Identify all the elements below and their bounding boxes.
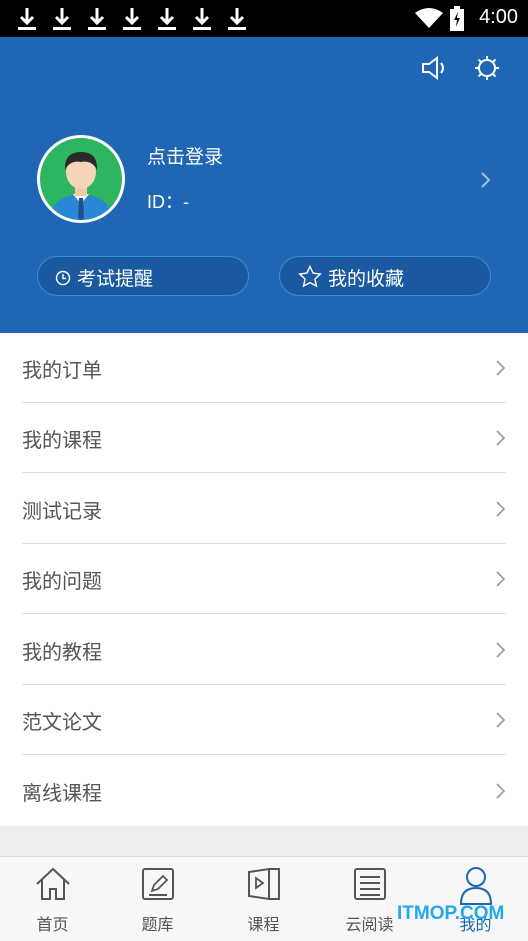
menu-item-label: 我的教程 <box>22 640 102 664</box>
chevron-right-icon <box>496 360 506 376</box>
profile-header: 点击登录 ID：- 考试提醒 我的收藏 <box>0 37 528 333</box>
chevron-right-icon[interactable] <box>480 171 492 189</box>
settings-icon[interactable] <box>474 55 500 81</box>
menu-item-label: 我的问题 <box>22 569 102 593</box>
menu-item-courses[interactable]: 我的课程 <box>0 403 528 473</box>
chevron-right-icon <box>496 571 506 587</box>
user-avatar-icon <box>48 152 114 220</box>
menu-item-tutorials[interactable]: 我的教程 <box>0 615 528 685</box>
battery-icon <box>450 6 464 31</box>
download-icon <box>123 8 141 30</box>
download-icon <box>158 8 176 30</box>
tab-home[interactable]: 首页 <box>0 857 105 941</box>
chevron-right-icon <box>496 430 506 446</box>
wifi-icon <box>415 8 443 28</box>
exam-reminder-button[interactable]: 考试提醒 <box>37 256 249 296</box>
chevron-right-icon <box>496 712 506 728</box>
menu-item-label: 离线课程 <box>22 781 102 805</box>
tab-label: 课程 <box>247 915 280 934</box>
menu-item-label: 我的订单 <box>22 358 102 382</box>
menu-item-questions[interactable]: 我的问题 <box>0 544 528 614</box>
home-icon <box>35 867 70 900</box>
menu-item-essays[interactable]: 范文论文 <box>0 685 528 755</box>
login-prompt[interactable]: 点击登录 <box>147 142 223 169</box>
my-favorites-button[interactable]: 我的收藏 <box>279 256 491 296</box>
divider <box>22 472 506 473</box>
menu-list: 我的订单 我的课程 测试记录 我的问题 我的教程 范文论文 离线课程 <box>0 333 528 826</box>
download-icon <box>228 8 246 30</box>
tab-courses[interactable]: 课程 <box>211 857 316 941</box>
chevron-right-icon <box>496 642 506 658</box>
divider <box>22 754 506 755</box>
my-favorites-label: 我的收藏 <box>328 268 405 290</box>
tab-mine[interactable]: 我的 <box>423 857 528 941</box>
star-icon <box>298 265 322 288</box>
tab-label: 题库 <box>141 915 174 934</box>
download-icon <box>18 8 36 30</box>
menu-item-offline-courses[interactable]: 离线课程 <box>0 756 528 826</box>
chevron-right-icon <box>496 783 506 799</box>
watermark: ITMOP.COM <box>397 903 505 924</box>
tab-question-bank[interactable]: 题库 <box>105 857 210 941</box>
question-bank-icon <box>141 868 174 900</box>
clock-icon <box>55 270 71 286</box>
speaker-icon[interactable] <box>420 55 448 81</box>
download-icon <box>88 8 106 30</box>
exam-reminder-label: 考试提醒 <box>77 268 154 290</box>
status-time: 4:00 <box>479 6 518 28</box>
user-id: ID：- <box>147 192 189 212</box>
tab-cloud-reading[interactable]: 云阅读 <box>317 857 422 941</box>
menu-item-label: 我的课程 <box>22 428 102 452</box>
menu-item-label: 测试记录 <box>22 499 102 523</box>
tab-label: 首页 <box>36 915 69 934</box>
profile-icon <box>459 867 492 905</box>
bottom-tab-bar: 首页 题库 课程 云阅读 我的 <box>0 856 528 941</box>
download-icon <box>193 8 211 30</box>
course-icon <box>247 867 280 901</box>
divider <box>22 613 506 614</box>
cloud-reading-icon <box>353 868 386 900</box>
menu-item-orders[interactable]: 我的订单 <box>0 333 528 403</box>
status-bar: 4:00 <box>0 0 528 37</box>
menu-item-label: 范文论文 <box>22 710 102 734</box>
download-icon <box>53 8 71 30</box>
avatar[interactable] <box>37 135 125 223</box>
chevron-right-icon <box>496 501 506 517</box>
menu-item-test-records[interactable]: 测试记录 <box>0 474 528 544</box>
